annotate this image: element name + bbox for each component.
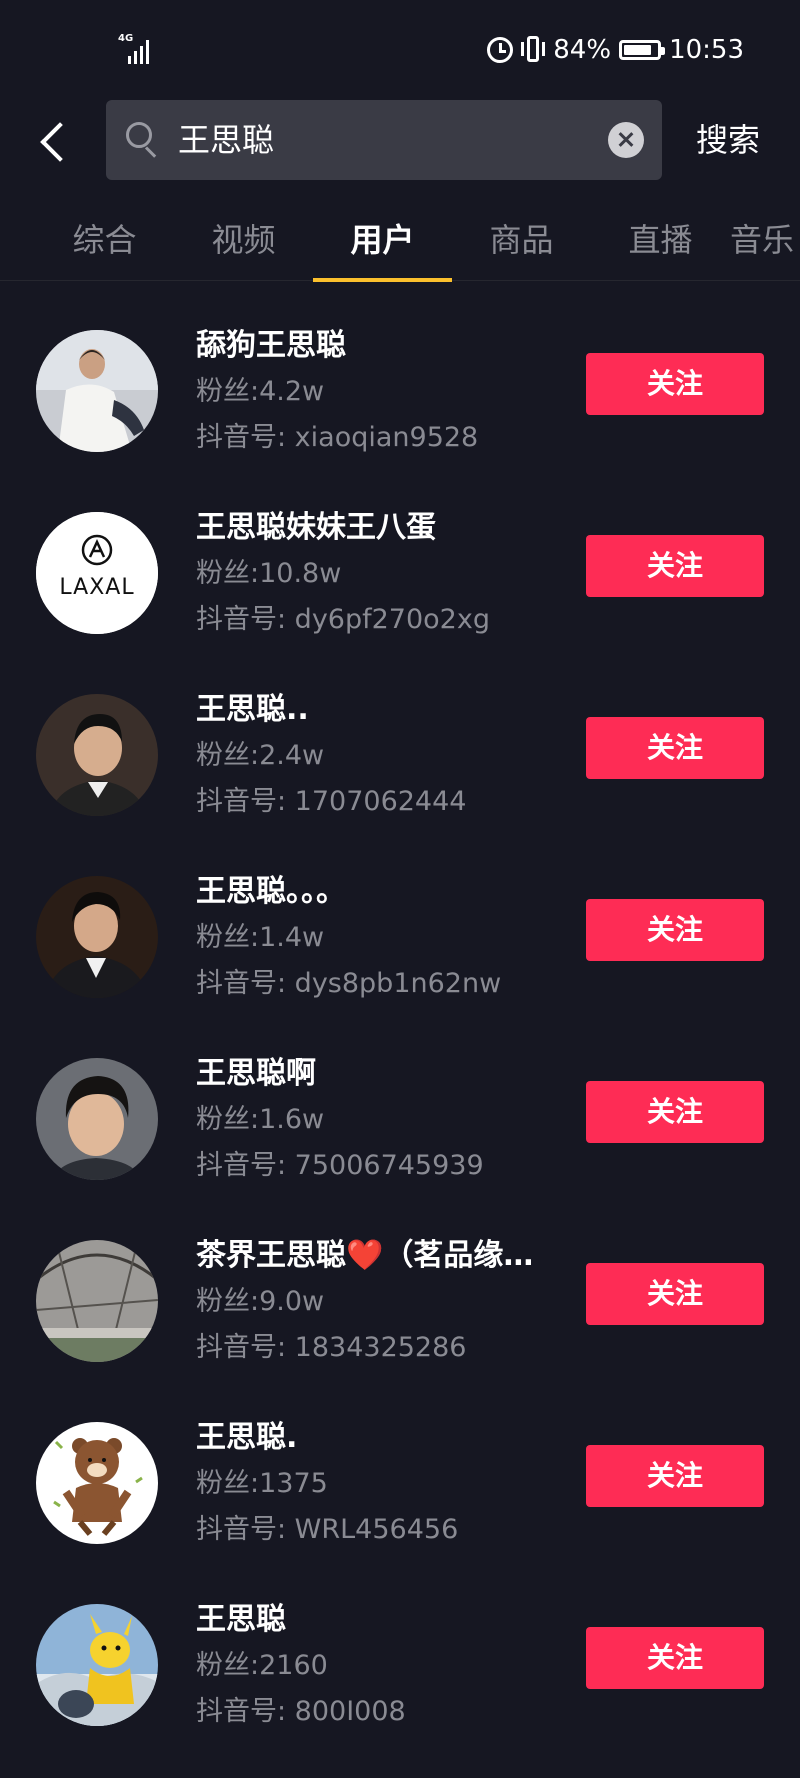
username: 王思聪啊 [196,1056,316,1091]
signal-icon: 4G [118,34,162,64]
status-bar: 4G 84% 10:53 [0,0,800,100]
username: 茶界王思聪❤️（茗品缘… [196,1238,534,1273]
avatar[interactable] [36,1240,158,1362]
user-row[interactable]: 舔狗王思聪 粉丝:4.2w 抖音号: xiaoqian9528 关注 [0,300,800,482]
user-row[interactable]: 王思聪 粉丝:2160 抖音号: 800I008 关注 [0,1574,800,1756]
username: 王思聪 [196,1602,286,1637]
fans-count: 粉丝:9.0w [196,1286,325,1317]
alarm-icon [487,37,514,63]
user-row[interactable]: 王思聪. 粉丝:1375 抖音号: WRL456456 关注 [0,1392,800,1574]
search-box[interactable]: 王思聪 [106,100,662,180]
follow-button[interactable]: 关注 [586,535,764,597]
clock: 10:53 [669,35,744,65]
douyin-id: 抖音号: dy6pf270o2xg [196,604,490,635]
douyin-id: 抖音号: WRL456456 [196,1514,459,1545]
follow-button[interactable]: 关注 [586,1627,764,1689]
username: 舔狗王思聪 [196,328,346,363]
tab-products[interactable]: 商品 [452,210,591,270]
battery-icon [619,40,666,60]
avatar[interactable] [36,1058,158,1180]
avatar[interactable] [36,1604,158,1726]
tab-live[interactable]: 直播 [591,210,730,270]
user-row[interactable]: LAXAL 王思聪妹妹王八蛋 粉丝:10.8w 抖音号: dy6pf270o2x… [0,482,800,664]
fans-count: 粉丝:1.4w [196,922,325,953]
battery-percent: 84% [553,35,612,65]
search-input[interactable]: 王思聪 [178,100,568,180]
search-bar-row: 王思聪 搜索 [0,100,800,180]
tab-general[interactable]: 综合 [35,210,174,270]
user-row[interactable]: 茶界王思聪❤️（茗品缘… 粉丝:9.0w 抖音号: 1834325286 关注 [0,1210,800,1392]
tab-videos[interactable]: 视频 [174,210,313,270]
avatar[interactable]: LAXAL [36,512,158,634]
douyin-id: 抖音号: 800I008 [196,1696,406,1727]
username: 王思聪. [196,1420,298,1455]
follow-button[interactable]: 关注 [586,717,764,779]
fans-count: 粉丝:10.8w [196,558,342,589]
search-icon [126,122,160,156]
douyin-id: 抖音号: 75006745939 [196,1150,484,1181]
cartoon-bear-icon[interactable] [36,1422,158,1544]
username: 王思聪.. [196,692,309,727]
fans-count: 粉丝:1375 [196,1468,328,1499]
douyin-id: 抖音号: 1707062444 [196,786,467,817]
user-row[interactable]: 王思聪.. 粉丝:2.4w 抖音号: 1707062444 关注 [0,664,800,846]
douyin-id: 抖音号: 1834325286 [196,1332,467,1363]
fans-count: 粉丝:4.2w [196,376,325,407]
douyin-id: 抖音号: dys8pb1n62nw [196,968,502,999]
username: 王思聪。。。 [196,874,346,909]
tab-bar: 综合 视频 用户 商品 直播 音乐 [0,210,800,282]
tab-users[interactable]: 用户 [313,210,452,282]
search-button[interactable]: 搜索 [696,100,760,180]
follow-button[interactable]: 关注 [586,1263,764,1325]
follow-button[interactable]: 关注 [586,1445,764,1507]
avatar[interactable] [36,330,158,452]
user-row[interactable]: 王思聪。。。 粉丝:1.4w 抖音号: dys8pb1n62nw 关注 [0,846,800,1028]
douyin-id: 抖音号: xiaoqian9528 [196,422,479,453]
avatar[interactable] [36,694,158,816]
follow-button[interactable]: 关注 [586,899,764,961]
tab-music[interactable]: 音乐 [730,210,800,270]
avatar[interactable] [36,876,158,998]
back-arrow-icon[interactable] [34,118,74,162]
vibrate-icon [521,36,546,64]
user-row[interactable]: 王思聪啊 粉丝:1.6w 抖音号: 75006745939 关注 [0,1028,800,1210]
fans-count: 粉丝:2160 [196,1650,328,1681]
clear-icon[interactable] [608,122,644,158]
follow-button[interactable]: 关注 [586,1081,764,1143]
username: 王思聪妹妹王八蛋 [196,510,436,545]
follow-button[interactable]: 关注 [586,353,764,415]
fans-count: 粉丝:1.6w [196,1104,325,1135]
laxal-logo-text: LAXAL [59,575,134,600]
fans-count: 粉丝:2.4w [196,740,325,771]
